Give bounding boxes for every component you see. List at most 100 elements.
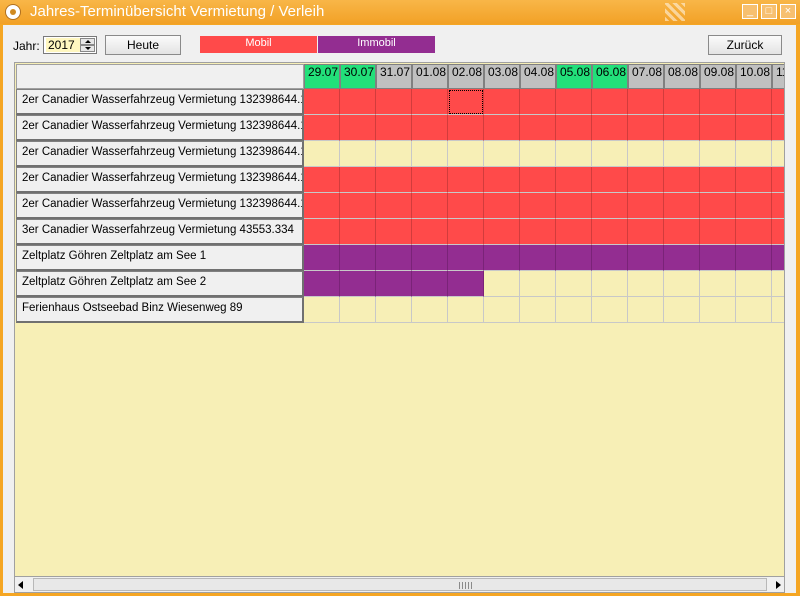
row-label[interactable]: 2er Canadier Wasserfahrzeug Vermietung 1… xyxy=(16,141,304,167)
free-cell[interactable] xyxy=(412,297,448,323)
schedule-grid[interactable]: 29.07 30.07 31.07 01.08 02.08 03.08 04.08 05.08… xyxy=(14,62,785,577)
scroll-right-icon[interactable] xyxy=(776,581,781,589)
booking-cell-immobil[interactable] xyxy=(484,245,520,271)
free-cell[interactable] xyxy=(484,271,520,297)
free-cell[interactable] xyxy=(736,141,772,167)
spin-down-icon[interactable] xyxy=(80,45,95,52)
app-icon[interactable] xyxy=(5,4,21,20)
free-cell[interactable] xyxy=(664,297,700,323)
booking-cell-mobil[interactable] xyxy=(484,89,520,115)
booking-cell-mobil[interactable] xyxy=(304,167,340,193)
booking-cell-immobil[interactable] xyxy=(340,245,376,271)
date-header[interactable]: 04.08 xyxy=(520,64,556,89)
booking-cell-mobil[interactable] xyxy=(484,115,520,141)
free-cell[interactable] xyxy=(700,141,736,167)
free-cell[interactable] xyxy=(412,141,448,167)
booking-cell-mobil[interactable] xyxy=(772,193,784,219)
booking-cell-mobil[interactable] xyxy=(484,219,520,245)
free-cell[interactable] xyxy=(736,271,772,297)
free-cell[interactable] xyxy=(484,141,520,167)
booking-cell-immobil[interactable] xyxy=(520,245,556,271)
free-cell[interactable] xyxy=(520,271,556,297)
booking-cell-mobil[interactable] xyxy=(520,89,556,115)
booking-cell-immobil[interactable] xyxy=(628,245,664,271)
booking-cell-immobil[interactable] xyxy=(700,245,736,271)
booking-cell-mobil[interactable] xyxy=(628,167,664,193)
free-cell[interactable] xyxy=(448,141,484,167)
free-cell[interactable] xyxy=(448,297,484,323)
booking-cell-mobil[interactable] xyxy=(484,193,520,219)
free-cell[interactable] xyxy=(484,297,520,323)
year-spin-buttons[interactable] xyxy=(80,38,95,52)
free-cell[interactable] xyxy=(592,271,628,297)
booking-cell-mobil[interactable] xyxy=(628,193,664,219)
scroll-thumb[interactable] xyxy=(33,578,767,591)
free-cell[interactable] xyxy=(340,297,376,323)
date-header[interactable]: 31.07 xyxy=(376,64,412,89)
booking-cell-mobil[interactable] xyxy=(520,167,556,193)
scroll-left-icon[interactable] xyxy=(18,581,23,589)
booking-cell-mobil[interactable] xyxy=(520,115,556,141)
free-cell[interactable] xyxy=(628,297,664,323)
row-label[interactable]: 2er Canadier Wasserfahrzeug Vermietung 1… xyxy=(16,193,304,219)
booking-cell-mobil[interactable] xyxy=(556,219,592,245)
row-label[interactable]: 2er Canadier Wasserfahrzeug Vermietung 1… xyxy=(16,89,304,115)
booking-cell-mobil[interactable] xyxy=(412,193,448,219)
booking-cell-mobil[interactable] xyxy=(304,115,340,141)
booking-cell-mobil[interactable] xyxy=(412,167,448,193)
free-cell[interactable] xyxy=(376,141,412,167)
row-label[interactable]: 3er Canadier Wasserfahrzeug Vermietung 4… xyxy=(16,219,304,245)
booking-cell-immobil[interactable] xyxy=(448,271,484,297)
booking-cell-mobil[interactable] xyxy=(340,89,376,115)
booking-cell-mobil[interactable] xyxy=(736,115,772,141)
booking-cell-mobil[interactable] xyxy=(412,219,448,245)
horizontal-scrollbar[interactable] xyxy=(14,576,785,593)
booking-cell-mobil[interactable] xyxy=(664,89,700,115)
free-cell[interactable] xyxy=(304,297,340,323)
free-cell[interactable] xyxy=(700,271,736,297)
row-label[interactable]: 2er Canadier Wasserfahrzeug Vermietung 1… xyxy=(16,115,304,141)
booking-cell-mobil[interactable] xyxy=(556,167,592,193)
row-label[interactable]: Zeltplatz Göhren Zeltplatz am See 1 xyxy=(16,245,304,271)
booking-cell-immobil[interactable] xyxy=(592,245,628,271)
date-header[interactable]: 29.07 xyxy=(304,64,340,89)
booking-cell-mobil[interactable] xyxy=(376,89,412,115)
booking-cell-mobil[interactable] xyxy=(772,167,784,193)
booking-cell-mobil[interactable] xyxy=(700,167,736,193)
free-cell[interactable] xyxy=(628,141,664,167)
booking-cell-mobil[interactable] xyxy=(448,115,484,141)
minimize-button[interactable]: _ xyxy=(742,4,758,19)
booking-cell-mobil[interactable] xyxy=(340,193,376,219)
booking-cell-mobil[interactable] xyxy=(340,115,376,141)
free-cell[interactable] xyxy=(376,297,412,323)
booking-cell-mobil[interactable] xyxy=(736,89,772,115)
close-button[interactable]: × xyxy=(780,4,796,19)
row-label[interactable]: 2er Canadier Wasserfahrzeug Vermietung 1… xyxy=(16,167,304,193)
booking-cell-mobil[interactable] xyxy=(664,167,700,193)
booking-cell-mobil[interactable] xyxy=(628,115,664,141)
booking-cell-mobil[interactable] xyxy=(448,89,484,115)
booking-cell-mobil[interactable] xyxy=(556,89,592,115)
booking-cell-mobil[interactable] xyxy=(592,167,628,193)
booking-cell-mobil[interactable] xyxy=(448,193,484,219)
date-header[interactable]: 09.08 xyxy=(700,64,736,89)
free-cell[interactable] xyxy=(304,141,340,167)
free-cell[interactable] xyxy=(664,271,700,297)
free-cell[interactable] xyxy=(340,141,376,167)
date-header[interactable]: 01.08 xyxy=(412,64,448,89)
booking-cell-mobil[interactable] xyxy=(700,89,736,115)
free-cell[interactable] xyxy=(556,141,592,167)
date-header[interactable]: 02.08 xyxy=(448,64,484,89)
free-cell[interactable] xyxy=(628,271,664,297)
row-label[interactable]: Zeltplatz Göhren Zeltplatz am See 2 xyxy=(16,271,304,297)
booking-cell-immobil[interactable] xyxy=(412,245,448,271)
today-button[interactable]: Heute xyxy=(105,35,181,55)
free-cell[interactable] xyxy=(772,271,784,297)
booking-cell-mobil[interactable] xyxy=(304,193,340,219)
booking-cell-mobil[interactable] xyxy=(412,115,448,141)
year-input[interactable] xyxy=(46,38,80,52)
free-cell[interactable] xyxy=(592,297,628,323)
back-button[interactable]: Zurück xyxy=(708,35,782,55)
date-header[interactable]: 11.08 xyxy=(772,64,784,89)
booking-cell-mobil[interactable] xyxy=(772,219,784,245)
